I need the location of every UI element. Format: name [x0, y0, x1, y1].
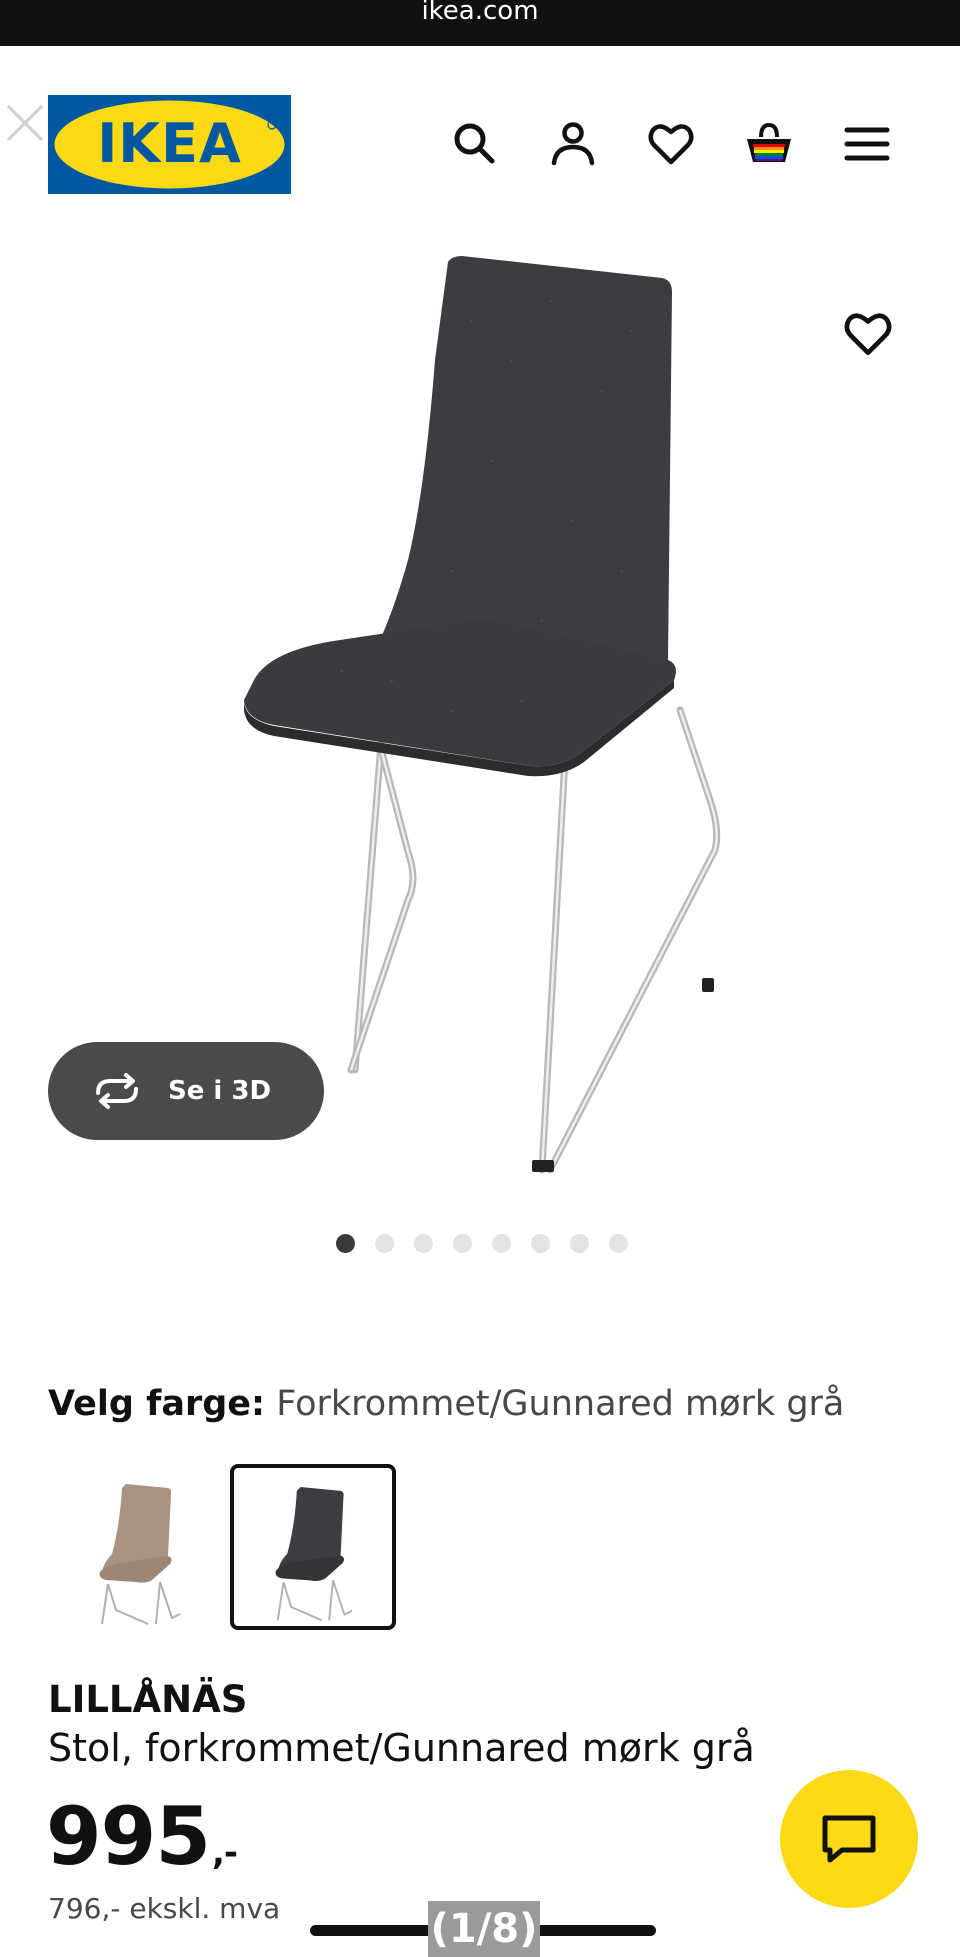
cart-icon[interactable] [744, 119, 794, 169]
menu-icon[interactable] [842, 119, 892, 169]
carousel-dot[interactable] [531, 1234, 550, 1253]
carousel-dot[interactable] [453, 1234, 472, 1253]
account-icon[interactable] [548, 119, 598, 169]
carousel-dots[interactable] [336, 1234, 628, 1253]
logo-text: IKEA [97, 112, 242, 175]
color-selection-label: Velg farge: Forkrommet/Gunnared mørk grå [48, 1384, 844, 1424]
color-swatch-dark-grey-image [275, 1487, 353, 1622]
image-counter: (1/8) [428, 1901, 540, 1957]
view-in-3d-label: Se i 3D [168, 1076, 272, 1106]
rotate-3d-icon [96, 1073, 138, 1109]
close-icon[interactable] [2, 100, 48, 146]
price-excluding-vat: 796,- ekskl. mva [48, 1892, 281, 1925]
carousel-dot[interactable] [414, 1234, 433, 1253]
color-label-value: Forkrommet/Gunnared mørk grå [276, 1384, 845, 1424]
product-price: 995,- [46, 1790, 238, 1883]
carousel-dot[interactable] [375, 1234, 394, 1253]
heart-icon[interactable] [646, 119, 696, 169]
add-to-favorites-icon[interactable] [842, 308, 894, 360]
url-text: ikea.com [421, 0, 539, 26]
color-swatch-dark-grey[interactable] [230, 1464, 396, 1630]
color-swatch-beige[interactable] [56, 1464, 222, 1630]
chat-icon [822, 1815, 876, 1863]
carousel-dot[interactable] [336, 1234, 355, 1253]
carousel-dot[interactable] [609, 1234, 628, 1253]
search-icon[interactable] [450, 119, 500, 169]
chat-button[interactable] [780, 1770, 918, 1908]
price-value: 995 [46, 1790, 211, 1883]
carousel-dot[interactable] [570, 1234, 589, 1253]
product-name: LILLÅNÄS [48, 1678, 248, 1721]
color-label-key: Velg farge: [48, 1384, 266, 1424]
price-suffix: ,- [212, 1833, 238, 1873]
ikea-logo[interactable]: IKEA [48, 95, 291, 194]
view-in-3d-button[interactable]: Se i 3D [48, 1042, 324, 1140]
browser-url-bar[interactable]: ikea.com [0, 0, 960, 46]
carousel-dot[interactable] [492, 1234, 511, 1253]
product-description: Stol, forkrommet/Gunnared mørk grå [48, 1726, 755, 1770]
